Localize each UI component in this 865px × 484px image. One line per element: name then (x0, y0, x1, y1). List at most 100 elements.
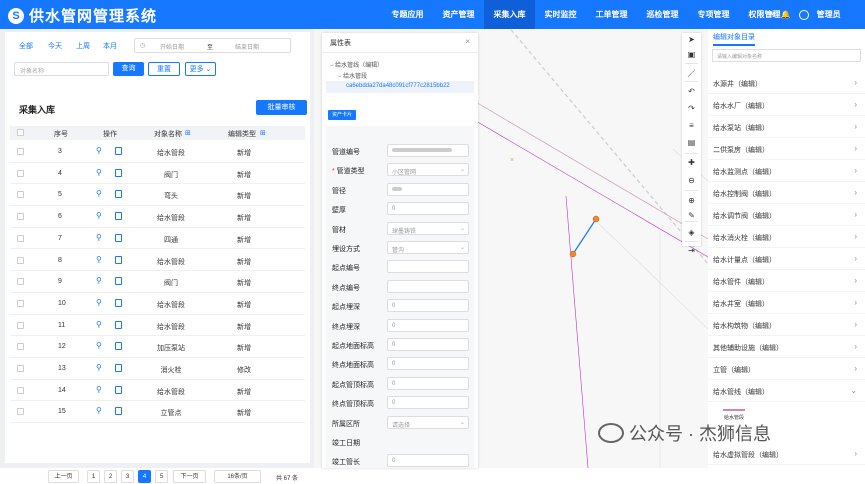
field-select[interactable]: 球墨铸铁 ⌄ (387, 221, 469, 235)
locate-icon[interactable]: ⚲ (96, 147, 103, 155)
table-row[interactable]: 4 ⚲ 阀门 新增 (10, 163, 305, 185)
table-row[interactable]: 12 ⚲ 加压泵站 新增 (10, 336, 305, 358)
filter-icon[interactable]: ⊞ (260, 129, 266, 137)
row-checkbox[interactable] (17, 256, 24, 264)
table-row[interactable]: 6 ⚲ 给水管段 新增 (10, 206, 305, 228)
row-checkbox[interactable] (17, 299, 24, 307)
catalog-item[interactable]: 其他辅助设施（编辑） › (708, 336, 865, 358)
document-icon[interactable] (115, 212, 122, 221)
field-input[interactable]: 0 (387, 318, 469, 332)
select-icon[interactable]: ➤ (682, 33, 701, 47)
field-select[interactable]: 请选择 ⌄ (387, 415, 469, 429)
catalog-item[interactable]: 给水调节阀（编辑） › (708, 204, 865, 226)
minus-icon[interactable]: ⊖ (682, 174, 701, 188)
field-input[interactable]: 0 (387, 396, 469, 410)
table-row[interactable]: 13 ⚲ 消火栓 修改 (10, 358, 305, 380)
undo-icon[interactable]: ↶ (682, 85, 701, 99)
table-row[interactable]: 7 ⚲ 四通 新增 (10, 228, 305, 250)
catalog-item[interactable]: 立管（编辑） › (708, 358, 865, 380)
document-icon[interactable] (115, 168, 122, 177)
locate-icon[interactable]: ⚲ (96, 255, 103, 264)
field-select[interactable]: 管沟 ⌄ (387, 241, 469, 254)
catalog-item[interactable]: 给水管件（编辑） › (708, 270, 865, 292)
row-checkbox[interactable] (17, 408, 24, 416)
date-range-picker[interactable]: ◷ 开始日期 至 结束日期 (134, 38, 291, 53)
page-2[interactable]: 2 (104, 470, 117, 483)
exit-icon[interactable]: ⇥ (682, 244, 701, 258)
catalog-item[interactable]: 给水消火栓（编辑） › (708, 226, 865, 248)
mail-icon[interactable]: ✉ (769, 10, 776, 19)
document-icon[interactable] (115, 385, 122, 394)
catalog-item[interactable]: 给水计量点（编辑） › (708, 248, 865, 270)
document-icon[interactable] (115, 277, 122, 286)
page-1[interactable]: 1 (87, 470, 100, 483)
page-3[interactable]: 3 (121, 470, 134, 483)
add-icon[interactable]: ✚ (682, 156, 701, 170)
table-row[interactable]: 15 ⚲ 立管点 新增 (10, 401, 305, 424)
field-input[interactable]: 0 (387, 357, 469, 371)
document-icon[interactable] (115, 190, 122, 199)
document-icon[interactable] (115, 298, 122, 307)
table-row[interactable]: 9 ⚲ 阀门 新增 (10, 271, 305, 293)
next-page-button[interactable]: 下一页 (173, 470, 206, 483)
object-name-input[interactable]: 对象名称 (14, 62, 109, 76)
reset-button[interactable]: 重置 (148, 62, 180, 76)
draw-line-icon[interactable]: ／ (682, 67, 701, 81)
table-row[interactable]: 11 ⚲ 给水管段 新增 (10, 315, 305, 337)
catalog-item[interactable]: 二供泵房（编辑） › (708, 138, 865, 160)
field-input[interactable]: 0 (387, 454, 469, 468)
quick-filter-last-week[interactable]: 上周 (76, 41, 90, 51)
locate-icon[interactable]: ⚲ (96, 212, 103, 220)
table-row[interactable]: 10 ⚲ 给水管段 新增 (10, 293, 305, 315)
box-select-icon[interactable]: ▣ (682, 48, 701, 62)
nav-item-patrol[interactable]: 巡检管理 (637, 0, 688, 29)
date-end-input[interactable]: 结束日期 (235, 42, 259, 51)
date-start-input[interactable]: 开始日期 (160, 42, 184, 51)
quick-filter-all[interactable]: 全部 (19, 41, 33, 51)
catalog-search-input[interactable]: 请输入编辑对象名称 (712, 49, 861, 62)
locate-icon[interactable]: ⚲ (96, 342, 103, 350)
locate-icon[interactable]: ⚲ (96, 320, 103, 329)
field-input[interactable] (387, 144, 469, 157)
locate-icon[interactable]: ⚲ (96, 298, 103, 307)
field-input[interactable] (387, 279, 469, 293)
quick-filter-month[interactable]: 本月 (103, 41, 117, 51)
prev-page-button[interactable]: 上一页 (48, 470, 79, 483)
save-icon[interactable]: ▤ (682, 136, 701, 150)
catalog-item[interactable]: 给水监测点（编辑） › (708, 160, 865, 182)
catalog-title[interactable]: 编辑对象目录 (713, 32, 755, 46)
tab-asset-card[interactable]: 资产卡片 (328, 110, 356, 120)
locate-icon[interactable]: ⚲ (96, 168, 103, 177)
search-button[interactable]: 查询 (113, 62, 144, 76)
locate-icon[interactable]: ⚲ (96, 190, 103, 198)
document-icon[interactable] (115, 255, 122, 264)
document-icon[interactable] (115, 342, 122, 351)
document-icon[interactable] (115, 147, 122, 155)
document-icon[interactable] (115, 407, 122, 416)
col-type[interactable]: 编辑类型 (228, 129, 256, 139)
page-4[interactable]: 4 (138, 470, 151, 483)
quick-filter-today[interactable]: 今天 (48, 41, 62, 51)
tree-child[interactable]: − 给水管段 (338, 71, 367, 80)
filter-icon[interactable]: ⊞ (185, 129, 191, 137)
feature-uuid[interactable]: ca6ebdda27da48c091cf777c2815bb22 (326, 81, 474, 93)
locate-icon[interactable]: ⚲ (96, 385, 103, 394)
locate-icon[interactable]: ⚲ (96, 364, 103, 372)
bell-icon[interactable]: 🔔 (781, 10, 791, 19)
document-icon[interactable] (115, 233, 122, 242)
tree-root[interactable]: − 给水管线（编辑） (330, 60, 383, 69)
row-checkbox[interactable] (17, 148, 24, 155)
nav-item-special[interactable]: 专项管理 (688, 0, 739, 29)
field-input[interactable]: 0 (387, 338, 469, 351)
table-row[interactable]: 8 ⚲ 给水管段 新增 (10, 250, 305, 272)
layers-icon[interactable]: ◈ (682, 226, 701, 240)
app-logo[interactable]: S 供水管网管理系统 (8, 5, 157, 26)
page-size-select[interactable]: 16条/页 (214, 470, 261, 483)
locate-icon[interactable]: ⚲ (96, 233, 103, 242)
catalog-item[interactable]: 给水泵站（编辑） › (708, 116, 865, 138)
catalog-item[interactable]: 给水控制阀（编辑） › (708, 182, 865, 204)
nav-item-workorder[interactable]: 工单管理 (586, 0, 637, 29)
row-checkbox[interactable] (17, 365, 24, 372)
list-icon[interactable]: ≡ (682, 119, 701, 133)
nav-item-monitor[interactable]: 实时监控 (535, 0, 586, 29)
